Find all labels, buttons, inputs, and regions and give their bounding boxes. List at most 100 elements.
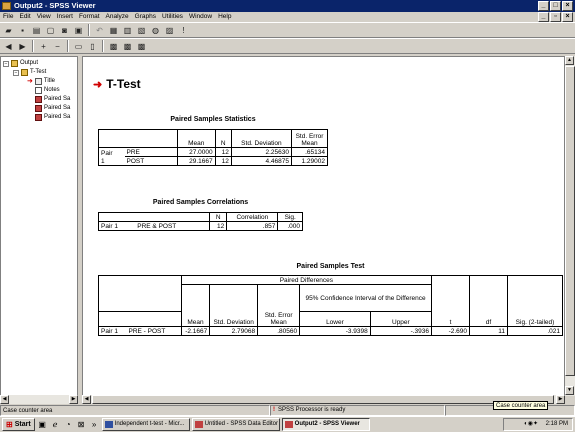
col-se: Std. Error Mean xyxy=(257,311,301,327)
cell: 11 xyxy=(469,325,508,336)
maximize-button[interactable]: □ xyxy=(550,1,561,11)
insert-text-icon[interactable]: ▩ xyxy=(135,40,148,53)
outline-pane[interactable]: − Output − T-Test ➜ Title Notes Paired S… xyxy=(0,56,78,396)
tree-item-paired-2[interactable]: Paired Sa xyxy=(35,104,70,113)
goto-data-icon[interactable]: ▦ xyxy=(107,24,120,37)
test-table[interactable]: Paired Differences 95% Confidence Interv… xyxy=(98,275,563,336)
arrow-icon: ➜ xyxy=(93,78,103,91)
task-viewer[interactable]: Output2 - SPSS Viewer xyxy=(281,418,370,431)
outlook-icon[interactable]: ◔ xyxy=(63,419,74,430)
cell: .80560 xyxy=(257,325,301,336)
scroll-left-button[interactable]: ◀ xyxy=(0,395,9,404)
scroll-up-button[interactable]: ▲ xyxy=(565,56,574,65)
pair-label: Pair 1 xyxy=(98,221,136,231)
print-icon[interactable]: ▤ xyxy=(30,24,43,37)
more-icon[interactable]: » xyxy=(89,419,100,430)
app-icon[interactable] xyxy=(2,2,11,10)
insert-title-icon[interactable]: ▩ xyxy=(121,40,134,53)
status-processor: ! SPSS Processor is ready xyxy=(270,405,445,416)
undo-icon[interactable]: ↶ xyxy=(93,24,106,37)
scroll-right-button[interactable]: ▶ xyxy=(556,395,565,404)
task-data-editor[interactable]: Untitled - SPSS Data Editor xyxy=(191,418,280,431)
cell: .65134 xyxy=(291,147,328,157)
word-icon xyxy=(104,421,113,428)
scroll-right-button[interactable]: ▶ xyxy=(69,395,78,404)
tree-item-paired-3[interactable]: Paired Sa xyxy=(35,113,70,122)
scroll-down-button[interactable]: ▼ xyxy=(565,386,574,395)
menu-analyze[interactable]: Analyze xyxy=(106,12,129,22)
show-all-icon[interactable]: ▨ xyxy=(163,24,176,37)
cell: 4.46875 xyxy=(230,156,293,166)
test-title: Paired Samples Test xyxy=(296,263,365,270)
row-label: PRE - POST xyxy=(126,325,182,336)
cell: 12 xyxy=(209,221,228,231)
menu-insert[interactable]: Insert xyxy=(57,12,73,22)
show-icon[interactable]: ▭ xyxy=(72,40,85,53)
outline-hscrollbar[interactable]: ◀ ▶ xyxy=(0,395,78,404)
save-icon[interactable]: ▪ xyxy=(16,24,29,37)
tree-item-title[interactable]: ➜ Title xyxy=(27,77,55,86)
doc-close-button[interactable]: × xyxy=(562,12,573,22)
insert-heading-icon[interactable]: ▩ xyxy=(107,40,120,53)
doc-restore-button[interactable]: ▫ xyxy=(550,12,561,22)
pair-number: 1 xyxy=(98,156,125,166)
tooltip: Case counter area xyxy=(493,401,549,410)
variables-icon[interactable]: ▥ xyxy=(121,24,134,37)
start-button[interactable]: ⊞ Start xyxy=(2,418,35,431)
row-label: PRE xyxy=(124,147,178,157)
scroll-left-button[interactable]: ◀ xyxy=(82,395,91,404)
menu-help[interactable]: Help xyxy=(218,12,231,22)
clock[interactable]: 2:18 PM xyxy=(546,421,568,427)
scroll-thumb[interactable] xyxy=(92,395,554,404)
menu-window[interactable]: Window xyxy=(189,12,212,22)
cell: -2.1667 xyxy=(180,325,211,336)
stats-table[interactable]: Mean N Std. Deviation Std. Error Mean Pa… xyxy=(98,129,328,166)
status-bar: Case counter area ! SPSS Processor is re… xyxy=(0,405,575,416)
doc-minimize-button[interactable]: _ xyxy=(538,12,549,22)
expand-icon[interactable]: + xyxy=(37,40,50,53)
excel-icon[interactable]: ⊠ xyxy=(76,419,87,430)
pair-label: Pair xyxy=(98,147,125,157)
menu-graphs[interactable]: Graphs xyxy=(135,12,156,22)
print-preview-icon[interactable]: ▢ xyxy=(44,24,57,37)
menu-edit[interactable]: Edit xyxy=(19,12,30,22)
col-sd: Std. Deviation xyxy=(209,311,259,327)
tree-item-notes[interactable]: Notes xyxy=(35,86,60,95)
hide-icon[interactable]: ▯ xyxy=(86,40,99,53)
minimize-button[interactable]: _ xyxy=(538,1,549,11)
task-word[interactable]: Independent t-test - Micr... xyxy=(101,418,190,431)
tree-item-output[interactable]: − Output xyxy=(3,59,38,68)
demote-icon[interactable]: ▶ xyxy=(16,40,29,53)
open-icon[interactable]: ▰ xyxy=(2,24,15,37)
desktop-icon[interactable]: ▣ xyxy=(37,419,48,430)
tree-item-ttest[interactable]: − T-Test xyxy=(13,68,46,77)
menu-view[interactable]: View xyxy=(37,12,51,22)
use-sets-icon[interactable]: ◍ xyxy=(149,24,162,37)
col-mean: Mean xyxy=(176,129,216,148)
title-icon xyxy=(34,78,42,85)
collapse-icon[interactable]: − xyxy=(51,40,64,53)
tree-item-paired-1[interactable]: Paired Sa xyxy=(35,95,70,104)
taskbar: ⊞ Start ▣ ℯ ◔ ⊠ » Independent t-test - M… xyxy=(0,416,575,432)
info-icon[interactable]: ! xyxy=(177,24,190,37)
select-cases-icon[interactable]: ▧ xyxy=(135,24,148,37)
scroll-thumb[interactable] xyxy=(565,66,575,376)
cell: -.3936 xyxy=(369,325,433,336)
col-n: N xyxy=(209,212,228,222)
menu-file[interactable]: File xyxy=(3,12,13,22)
menu-format[interactable]: Format xyxy=(79,12,100,22)
promote-icon[interactable]: ◀ xyxy=(2,40,15,53)
export-icon[interactable]: ◙ xyxy=(58,24,71,37)
ie-icon[interactable]: ℯ xyxy=(50,419,61,430)
dialog-recall-icon[interactable]: ▣ xyxy=(72,24,85,37)
close-button[interactable]: × xyxy=(562,1,573,11)
col-mean: Mean xyxy=(180,311,211,327)
cell: -3.9398 xyxy=(299,325,371,336)
tray-icons[interactable]: ◐◉✦ xyxy=(524,421,538,427)
output-pane[interactable]: ➜ T-Test Paired Samples Statistics Mean … xyxy=(82,56,565,396)
row-label: PRE & POST xyxy=(135,221,211,231)
vertical-scrollbar[interactable]: ▲ ▼ xyxy=(565,56,575,396)
corr-table[interactable]: N Correlation Sig. Pair 1 PRE & POST 12 … xyxy=(97,212,303,231)
menu-utilities[interactable]: Utilities xyxy=(162,12,183,22)
cell: 2.25630 xyxy=(230,147,293,157)
